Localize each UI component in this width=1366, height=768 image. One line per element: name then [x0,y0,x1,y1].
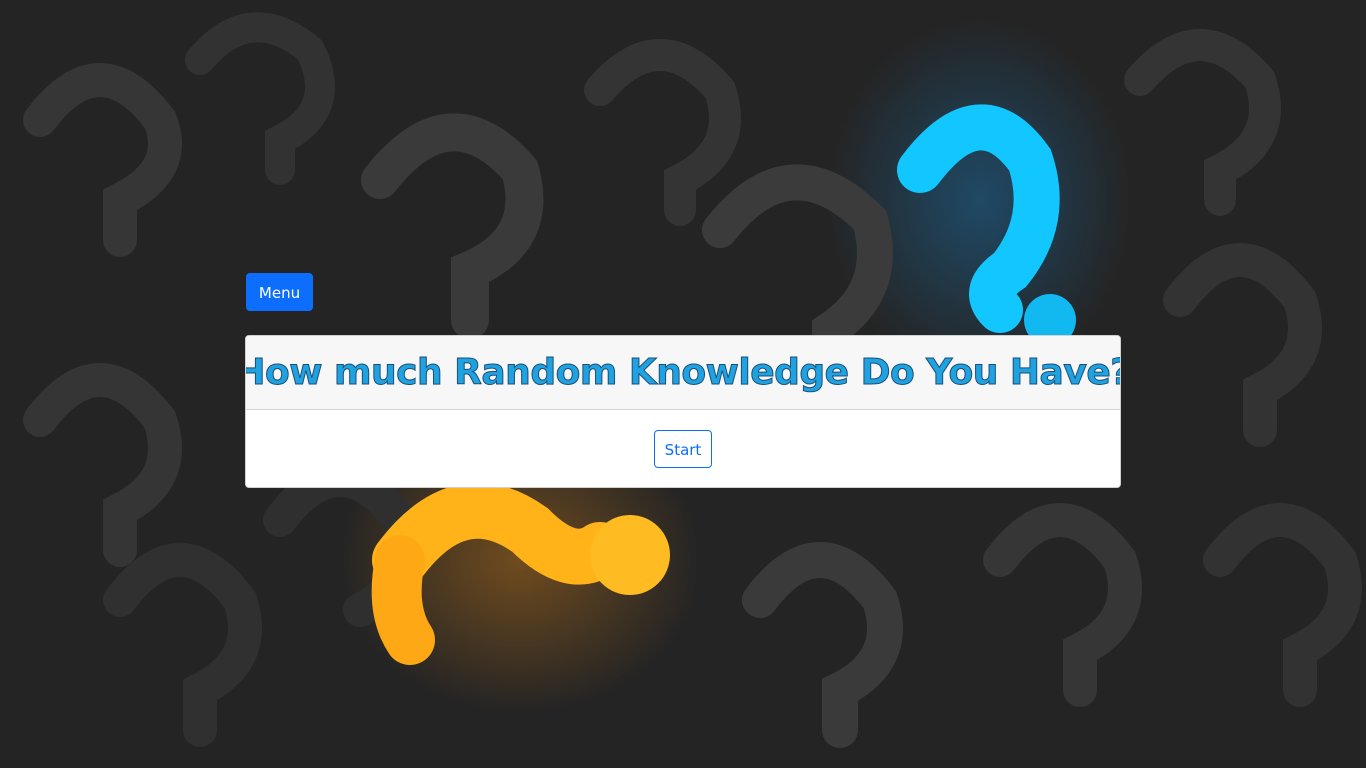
quiz-card: How much Random Knowledge Do You Have? S… [245,335,1121,488]
start-button[interactable]: Start [654,430,712,468]
quiz-card-body: Start [246,410,1120,468]
quiz-title: How much Random Knowledge Do You Have? [245,352,1121,394]
menu-button[interactable]: Menu [246,273,313,311]
quiz-card-header: How much Random Knowledge Do You Have? [246,336,1120,410]
